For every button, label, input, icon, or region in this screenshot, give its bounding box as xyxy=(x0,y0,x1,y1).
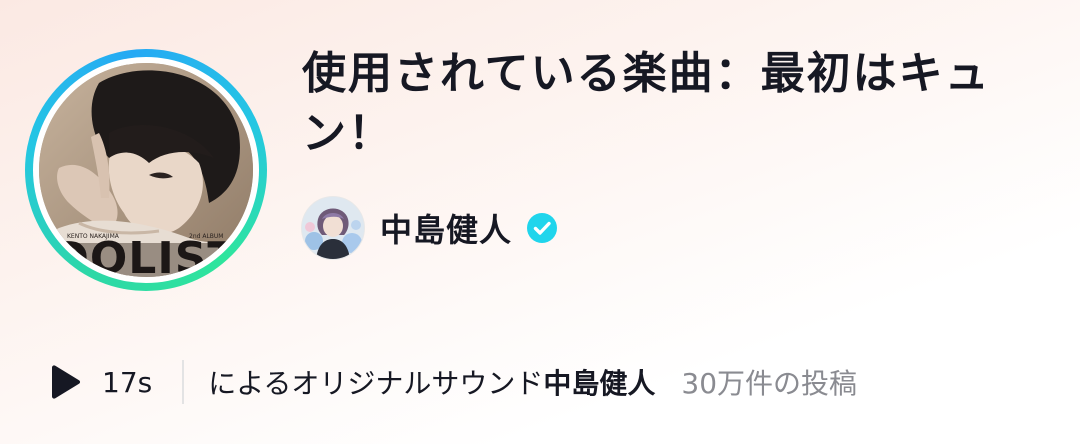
sound-title: 使用されている楽曲：最初はキュン！ xyxy=(302,48,991,159)
original-sound-label[interactable]: によるオリジナルサウンド中島健人 xyxy=(208,362,655,402)
album-cover[interactable]: KENTO NAKAJIMA 2nd ALBUM IDOLIST xyxy=(25,49,267,291)
album-cover-illustration: KENTO NAKAJIMA 2nd ALBUM IDOLIST xyxy=(39,63,253,277)
sound-duration: 17s xyxy=(102,365,153,399)
album-title-text: IDOLIST xyxy=(39,233,238,277)
post-count: 30万件の投稿 xyxy=(681,367,858,400)
sound-meta-row: 17s によるオリジナルサウンド中島健人 30万件の投稿 xyxy=(48,352,1058,412)
original-sound-prefix: によるオリジナルサウンド xyxy=(208,367,544,400)
meta-divider xyxy=(182,360,185,404)
author-name[interactable]: 中島健人 xyxy=(380,205,512,251)
original-sound-author[interactable]: 中島健人 xyxy=(543,367,655,400)
play-icon[interactable] xyxy=(48,364,82,400)
author-avatar[interactable] xyxy=(302,197,364,259)
music-header: KENTO NAKAJIMA 2nd ALBUM IDOLIST 使用されている… xyxy=(0,0,1080,444)
verified-badge-icon xyxy=(527,213,558,243)
author-avatar-image xyxy=(302,197,364,259)
album-cover-image: KENTO NAKAJIMA 2nd ALBUM IDOLIST xyxy=(39,63,253,277)
author-link[interactable]: 中島健人 xyxy=(302,196,558,260)
